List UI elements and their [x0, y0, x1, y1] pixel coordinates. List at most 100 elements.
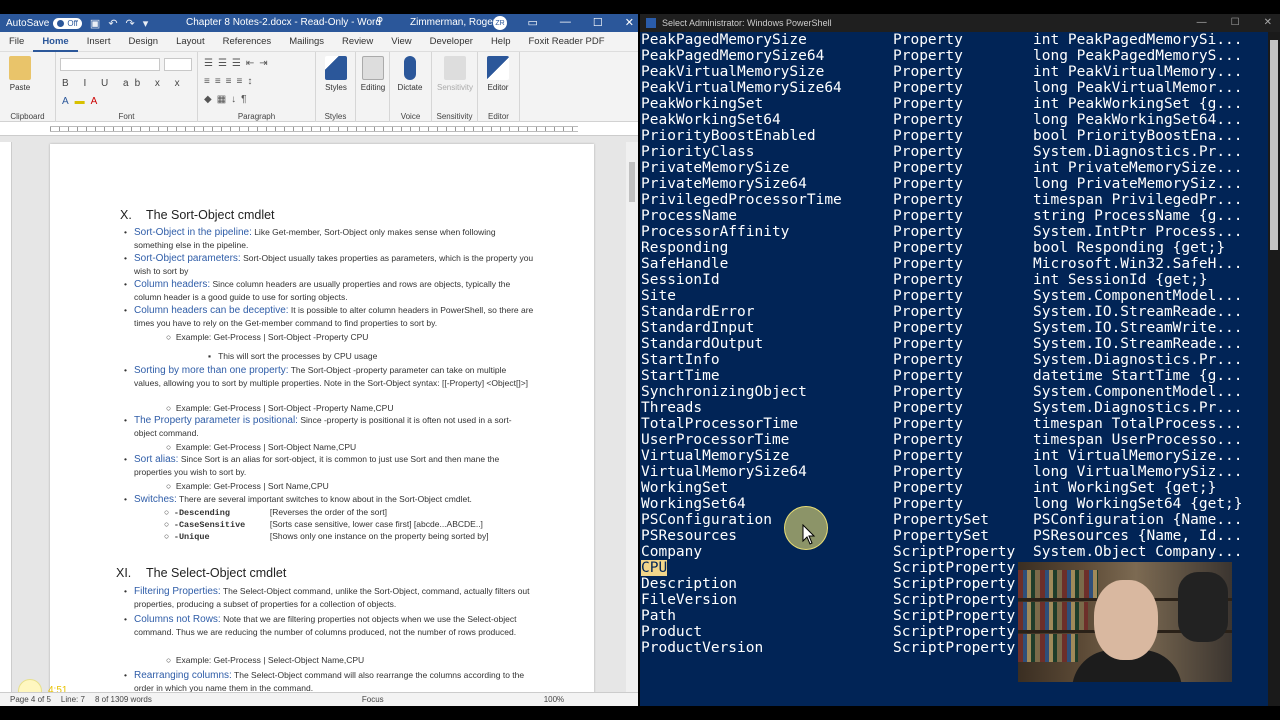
bullet-title: Columns not Rows:	[134, 614, 221, 625]
member-name: PrivilegedProcessorTime	[641, 192, 842, 208]
redo-icon[interactable]: ↷	[126, 17, 135, 30]
font-name-input[interactable]	[60, 58, 160, 71]
maximize-icon[interactable]: ☐	[1231, 17, 1240, 28]
sensitivity-group: Sensitivity Sensitivity	[432, 52, 478, 122]
zoom-level[interactable]: 100%	[544, 695, 564, 704]
autosave-state: Off	[67, 18, 78, 28]
avatar[interactable]: ZR	[493, 16, 507, 30]
member-name: ProductVersion	[641, 640, 764, 656]
editor-label: Editor	[488, 112, 509, 121]
switch-row: ○ -CaseSensitive [Sorts case sensitive, l…	[164, 519, 483, 530]
sensitivity-label: Sensitivity	[436, 112, 473, 121]
list-buttons[interactable]: ☰☰☰⇤⇥	[204, 58, 273, 69]
member-definition: int PeakVirtualMemory...	[1033, 64, 1243, 80]
tab-design[interactable]: Design	[119, 32, 167, 52]
member-type: Property	[893, 416, 963, 432]
member-definition: long WorkingSet64 {get;}	[1033, 496, 1243, 512]
tab-home[interactable]: Home	[33, 32, 78, 52]
styles-button[interactable]: Styles	[316, 56, 356, 92]
tab-review[interactable]: Review	[333, 32, 382, 52]
close-icon[interactable]: ✕	[1264, 17, 1272, 28]
bookshelf	[1018, 602, 1088, 630]
tab-help[interactable]: Help	[482, 32, 520, 52]
tab-foxit[interactable]: Foxit Reader PDF	[519, 32, 613, 52]
toggle-knob-icon	[57, 19, 65, 27]
member-name: VirtualMemorySize64	[641, 464, 807, 480]
document-page[interactable]: X. The Sort-Object cmdlet • Sort-Object in…	[50, 144, 594, 694]
member-definition: int PeakPagedMemorySi...	[1033, 32, 1243, 48]
bullet: • Sort-Object in the pipeline: Like Get-m…	[124, 227, 496, 250]
horizontal-ruler[interactable]	[0, 122, 638, 136]
close-icon[interactable]: ✕	[625, 16, 634, 29]
bullet: • Columns not Rows: Note that we are filt…	[124, 614, 517, 637]
search-icon[interactable]: ⚲	[376, 16, 383, 27]
minimize-icon[interactable]: —	[560, 16, 571, 29]
member-definition: string ProcessName {g...	[1033, 208, 1243, 224]
example-text: Example: Get-Process | Sort-Object -Prop…	[175, 332, 369, 342]
member-name: StandardError	[641, 304, 755, 320]
member-type: ScriptProperty	[893, 560, 1016, 576]
member-name: UserProcessorTime	[641, 432, 790, 448]
scroll-thumb[interactable]	[1270, 40, 1278, 250]
bullet-title: Switches:	[134, 494, 177, 505]
editor-icon	[487, 56, 509, 80]
autosave-toggle[interactable]: Off	[53, 17, 82, 29]
vertical-ruler	[0, 142, 12, 692]
focus-button[interactable]: Focus	[362, 695, 384, 704]
page-count[interactable]: Page 4 of 5	[10, 695, 51, 704]
member-name: StandardInput	[641, 320, 755, 336]
member-type: Property	[893, 48, 963, 64]
tab-view[interactable]: View	[382, 32, 420, 52]
tab-layout[interactable]: Layout	[167, 32, 214, 52]
format-buttons[interactable]: B I U ab x x	[62, 78, 186, 89]
align-buttons[interactable]: ≡≡≡≡↕	[204, 76, 257, 87]
ribbon: Paste Clipboard B I U ab x x A▬A Font ☰☰…	[0, 52, 638, 122]
minimize-icon[interactable]: —	[1197, 17, 1207, 28]
editing-button[interactable]: Editing	[353, 56, 393, 92]
tab-mailings[interactable]: Mailings	[280, 32, 333, 52]
member-type: Property	[893, 96, 963, 112]
customize-icon[interactable]: ▾	[143, 17, 149, 30]
word-window: AutoSave Off ▣ ↶ ↷ ▾ Chapter 8 Notes-2.d…	[0, 14, 638, 706]
console-scrollbar[interactable]	[1268, 32, 1280, 706]
scroll-thumb[interactable]	[629, 162, 635, 202]
dictate-button[interactable]: Dictate	[390, 56, 430, 92]
ribbon-display-icon[interactable]: ▭	[528, 16, 538, 29]
word-count[interactable]: 8 of 1309 words	[95, 695, 152, 704]
shading-buttons[interactable]: ◆▦↓¶	[204, 94, 252, 105]
command-prompt[interactable]: PS C:\WINDOWS\system32>	[641, 705, 842, 706]
switch-desc: [Shows only one instance on the property…	[269, 531, 489, 541]
member-type: Property	[893, 352, 963, 368]
undo-icon[interactable]: ↶	[108, 17, 117, 30]
bullet: • Sorting by more than one property: The …	[124, 365, 529, 388]
switch-row: ○ -Unique [Shows only one instance on the…	[164, 531, 489, 542]
bullet: • Filtering Properties: The Select-Object…	[124, 586, 530, 609]
tab-developer[interactable]: Developer	[421, 32, 482, 52]
tab-insert[interactable]: Insert	[78, 32, 120, 52]
line-number: Line: 7	[60, 695, 85, 704]
member-definition: timespan UserProcesso...	[1033, 432, 1243, 448]
tab-file[interactable]: File	[0, 32, 33, 52]
color-buttons[interactable]: A▬A	[62, 96, 103, 107]
member-name: SynchronizingObject	[641, 384, 807, 400]
editor-button[interactable]: Editor	[478, 56, 518, 92]
font-size-input[interactable]	[164, 58, 192, 71]
member-name: PeakWorkingSet64	[641, 112, 781, 128]
sensitivity-button[interactable]: Sensitivity	[435, 56, 475, 92]
paste-icon	[9, 56, 31, 80]
save-icon[interactable]: ▣	[90, 17, 100, 30]
voice-group: Dictate Voice	[390, 52, 432, 122]
example-text: Example: Get-Process | Sort-Object Name,…	[175, 442, 357, 452]
tab-references[interactable]: References	[214, 32, 281, 52]
user-name[interactable]: Zimmerman, Roger E	[410, 17, 506, 28]
clipboard-group: Paste Clipboard	[0, 52, 56, 122]
bullet: • Sort alias: Since Sort is an alias for …	[124, 454, 500, 477]
maximize-icon[interactable]: ☐	[593, 16, 603, 29]
member-definition: datetime StartTime {g...	[1033, 368, 1243, 384]
paste-label: Paste	[9, 83, 31, 92]
bullet-title: Sorting by more than one property:	[134, 365, 289, 376]
word-scrollbar[interactable]	[626, 142, 638, 694]
paste-button[interactable]: Paste	[0, 56, 40, 92]
member-type: Property	[893, 336, 963, 352]
member-definition: long PeakWorkingSet64...	[1033, 112, 1243, 128]
